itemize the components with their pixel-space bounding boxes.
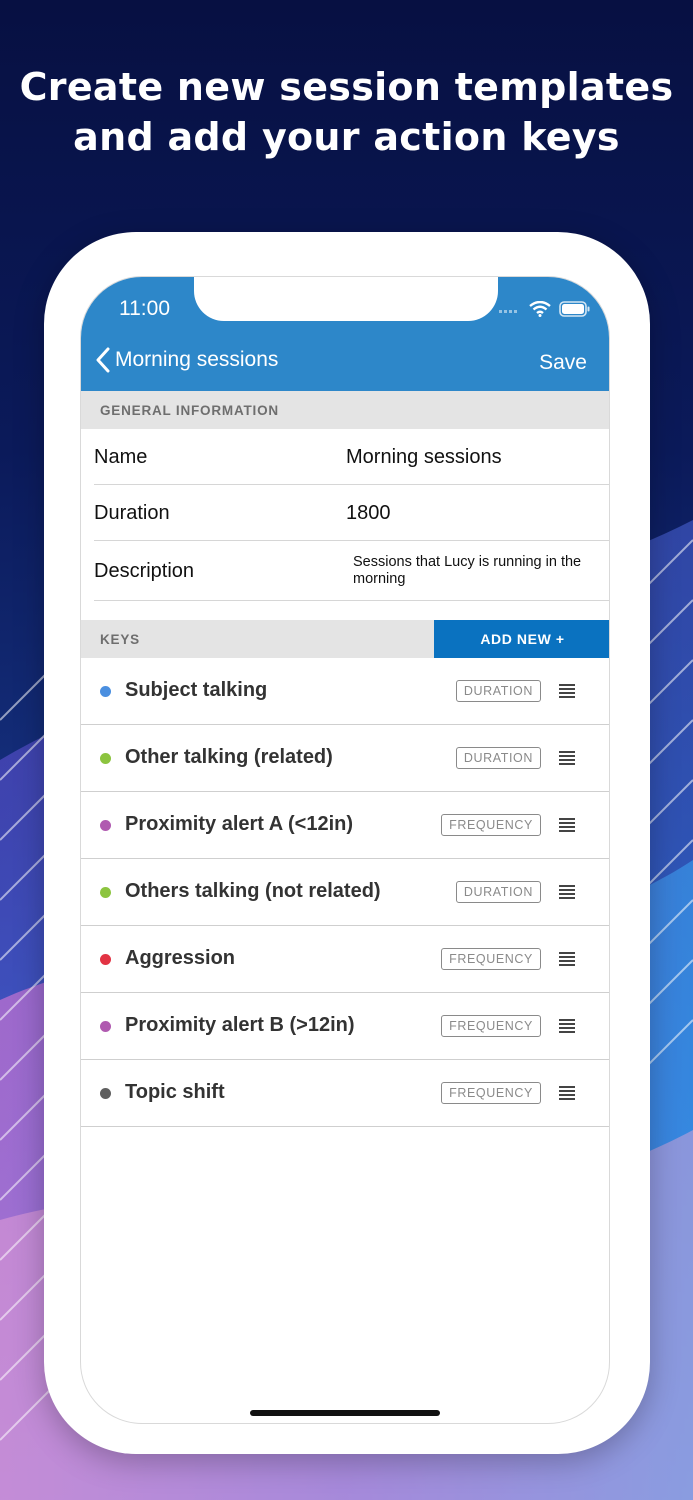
navigation-bar: 11:00 Morning sessions Save <box>81 277 609 391</box>
signal-icon <box>499 310 517 313</box>
drag-handle-icon[interactable] <box>559 1019 575 1033</box>
phone-screen: 11:00 Morning sessions Save GENERAL INFO… <box>80 276 610 1424</box>
name-field[interactable]: Morning sessions <box>346 446 502 469</box>
chevron-left-icon <box>96 347 110 373</box>
keys-header: KEYS ADD NEW + <box>81 620 609 658</box>
key-type-badge: DURATION <box>455 747 541 769</box>
phone-notch <box>194 277 498 321</box>
key-type-badge: FREQUENCY <box>441 814 541 836</box>
key-color-dot <box>100 1088 111 1099</box>
description-label: Description <box>94 560 195 582</box>
drag-handle-icon[interactable] <box>559 751 575 765</box>
drag-handle-icon[interactable] <box>559 818 575 832</box>
status-time: 11:00 <box>119 297 170 320</box>
wifi-icon <box>529 301 551 317</box>
duration-label: Duration <box>94 502 170 524</box>
headline-line-2: and add your action keys <box>73 115 620 159</box>
description-field-row[interactable]: Description Sessions that Lucy is runnin… <box>81 541 609 601</box>
key-color-dot <box>100 753 111 764</box>
drag-handle-icon[interactable] <box>559 885 575 899</box>
key-color-dot <box>100 887 111 898</box>
key-name: Others talking (not related) <box>125 880 381 902</box>
key-color-dot <box>100 1021 111 1032</box>
key-name: Proximity alert B (>12in) <box>125 1014 355 1036</box>
key-name: Aggression <box>125 947 236 969</box>
drag-handle-icon[interactable] <box>559 1086 575 1100</box>
key-color-dot <box>100 954 111 965</box>
key-row[interactable]: Topic shift FREQUENCY <box>81 1060 609 1127</box>
add-new-key-button[interactable]: ADD NEW + <box>434 620 609 658</box>
general-information-header: GENERAL INFORMATION <box>81 391 609 429</box>
key-row[interactable]: Proximity alert A (<12in) FREQUENCY <box>81 792 609 859</box>
keys-title: KEYS <box>100 632 140 647</box>
save-button[interactable]: Save <box>539 351 587 375</box>
key-row[interactable]: Other talking (related) DURATION <box>81 725 609 792</box>
drag-handle-icon[interactable] <box>559 684 575 698</box>
promo-headline: Create new session templates and add you… <box>0 62 693 162</box>
key-name: Topic shift <box>125 1081 225 1103</box>
key-type-badge: DURATION <box>455 680 541 702</box>
key-type-badge: FREQUENCY <box>441 948 541 970</box>
key-name: Subject talking <box>125 679 268 701</box>
key-name: Other talking (related) <box>125 746 333 768</box>
description-field[interactable]: Sessions that Lucy is running in the mor… <box>353 554 589 588</box>
key-row[interactable]: Subject talking DURATION <box>81 658 609 725</box>
name-field-row[interactable]: Name Morning sessions <box>81 429 609 485</box>
home-indicator[interactable] <box>250 1410 440 1416</box>
back-button-label: Morning sessions <box>115 348 279 371</box>
key-color-dot <box>100 686 111 697</box>
key-type-badge: FREQUENCY <box>441 1082 541 1104</box>
drag-handle-icon[interactable] <box>559 952 575 966</box>
duration-field[interactable]: 1800 <box>346 502 391 525</box>
key-type-badge: FREQUENCY <box>441 1015 541 1037</box>
duration-field-row[interactable]: Duration 1800 <box>81 485 609 541</box>
key-type-badge: DURATION <box>455 881 541 903</box>
key-color-dot <box>100 820 111 831</box>
key-row[interactable]: Aggression FREQUENCY <box>81 926 609 993</box>
key-row[interactable]: Proximity alert B (>12in) FREQUENCY <box>81 993 609 1060</box>
status-icons <box>499 299 591 319</box>
name-label: Name <box>94 446 148 468</box>
key-name: Proximity alert A (<12in) <box>125 813 354 835</box>
divider <box>94 600 609 601</box>
general-information-title: GENERAL INFORMATION <box>100 403 279 418</box>
back-button[interactable]: Morning sessions <box>95 347 278 373</box>
battery-icon <box>559 301 590 317</box>
key-row[interactable]: Others talking (not related) DURATION <box>81 859 609 926</box>
headline-line-1: Create new session templates <box>19 65 674 109</box>
